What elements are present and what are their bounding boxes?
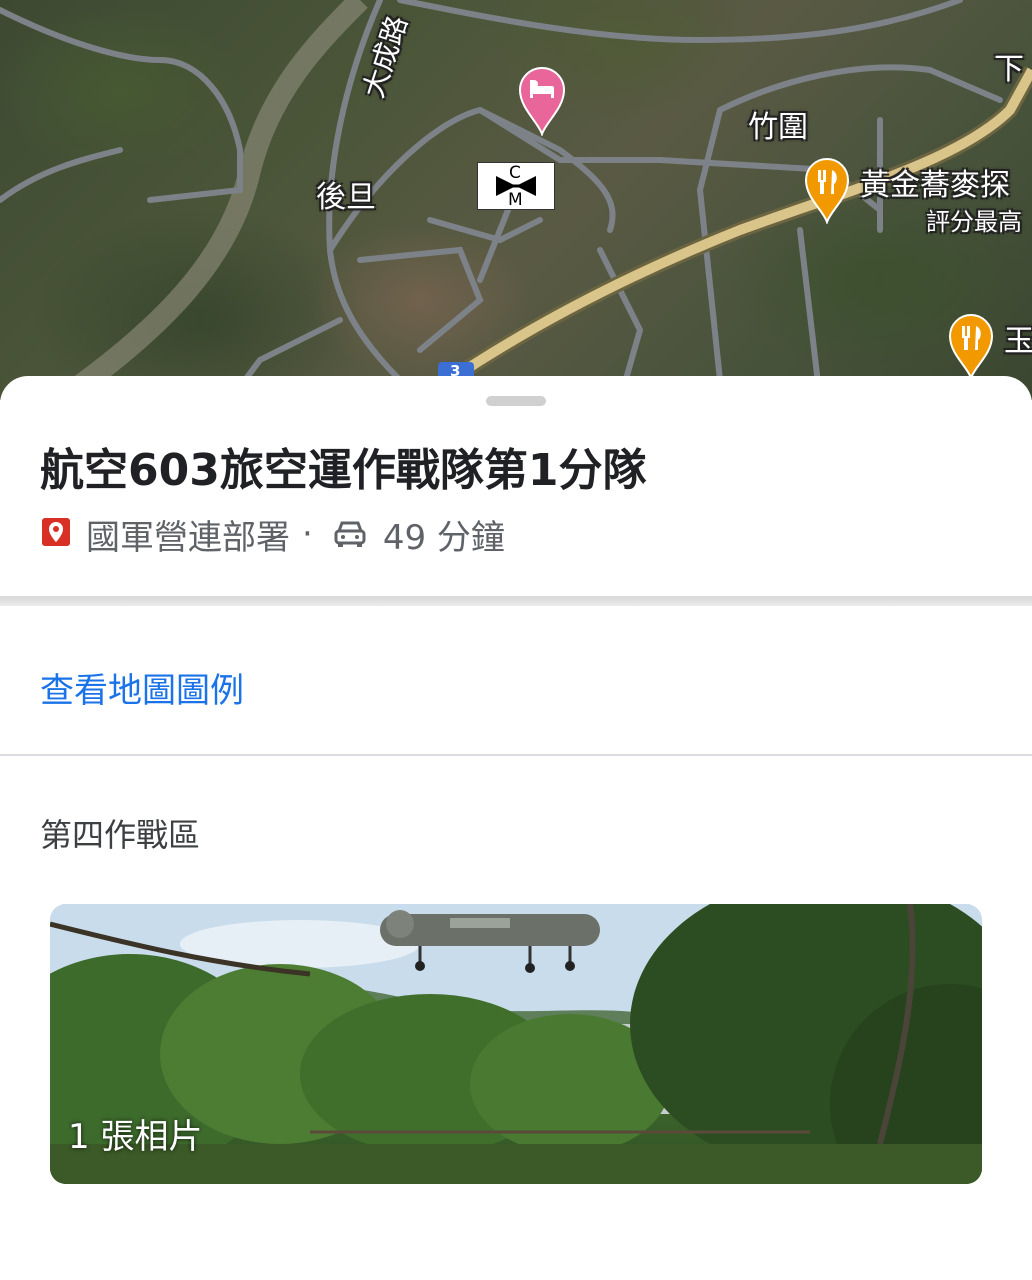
place-subtitle: 國軍營連部署 · 49 分鐘 <box>40 512 505 558</box>
cm-bottom-letter: M <box>508 190 523 210</box>
photo-count-label: 1 張相片 <box>68 1117 203 1157</box>
place-title: 航空603旅空運作戰隊第1分隊 <box>40 445 647 496</box>
drag-handle[interactable] <box>486 396 546 406</box>
place-category: 國軍營連部署 <box>86 517 290 558</box>
map-label-partial-top: 下 <box>994 52 1024 87</box>
map-legend-link[interactable]: 查看地圖圖例 <box>40 663 244 712</box>
map-label-restaurant-rating: 評分最高 <box>926 208 1022 236</box>
photo-card[interactable]: 1 張相片 <box>50 904 982 1184</box>
drive-time: 49 分鐘 <box>382 517 505 558</box>
separator-dot: · <box>302 514 313 554</box>
map-label-houdan: 後旦 <box>316 180 376 215</box>
divider <box>0 754 1032 756</box>
map-label-restaurant[interactable]: 黃金蕎麥探 <box>860 160 1010 204</box>
section-separator <box>0 596 1032 606</box>
restaurant-pin-icon[interactable] <box>804 158 850 228</box>
restaurant-pin-icon[interactable] <box>948 314 994 384</box>
map-view[interactable]: 大成路 後旦 竹圍 黃金蕎麥探 評分最高 下 玉 3 C M <box>0 0 1032 400</box>
location-icon <box>42 518 70 546</box>
place-details-sheet: 航空603旅空運作戰隊第1分隊 國軍營連部署 · 49 分鐘 查看地圖圖例 第四… <box>0 376 1032 1280</box>
car-icon <box>334 521 366 547</box>
cm-top-letter: C <box>509 163 521 183</box>
map-label-partial-restaurant[interactable]: 玉 <box>1004 316 1032 360</box>
section-title: 第四作戰區 <box>40 816 201 854</box>
map-label-zhuwei: 竹圍 <box>748 110 808 145</box>
hotel-pin-icon[interactable] <box>518 66 566 140</box>
military-unit-symbol-icon[interactable]: C M <box>477 162 555 210</box>
